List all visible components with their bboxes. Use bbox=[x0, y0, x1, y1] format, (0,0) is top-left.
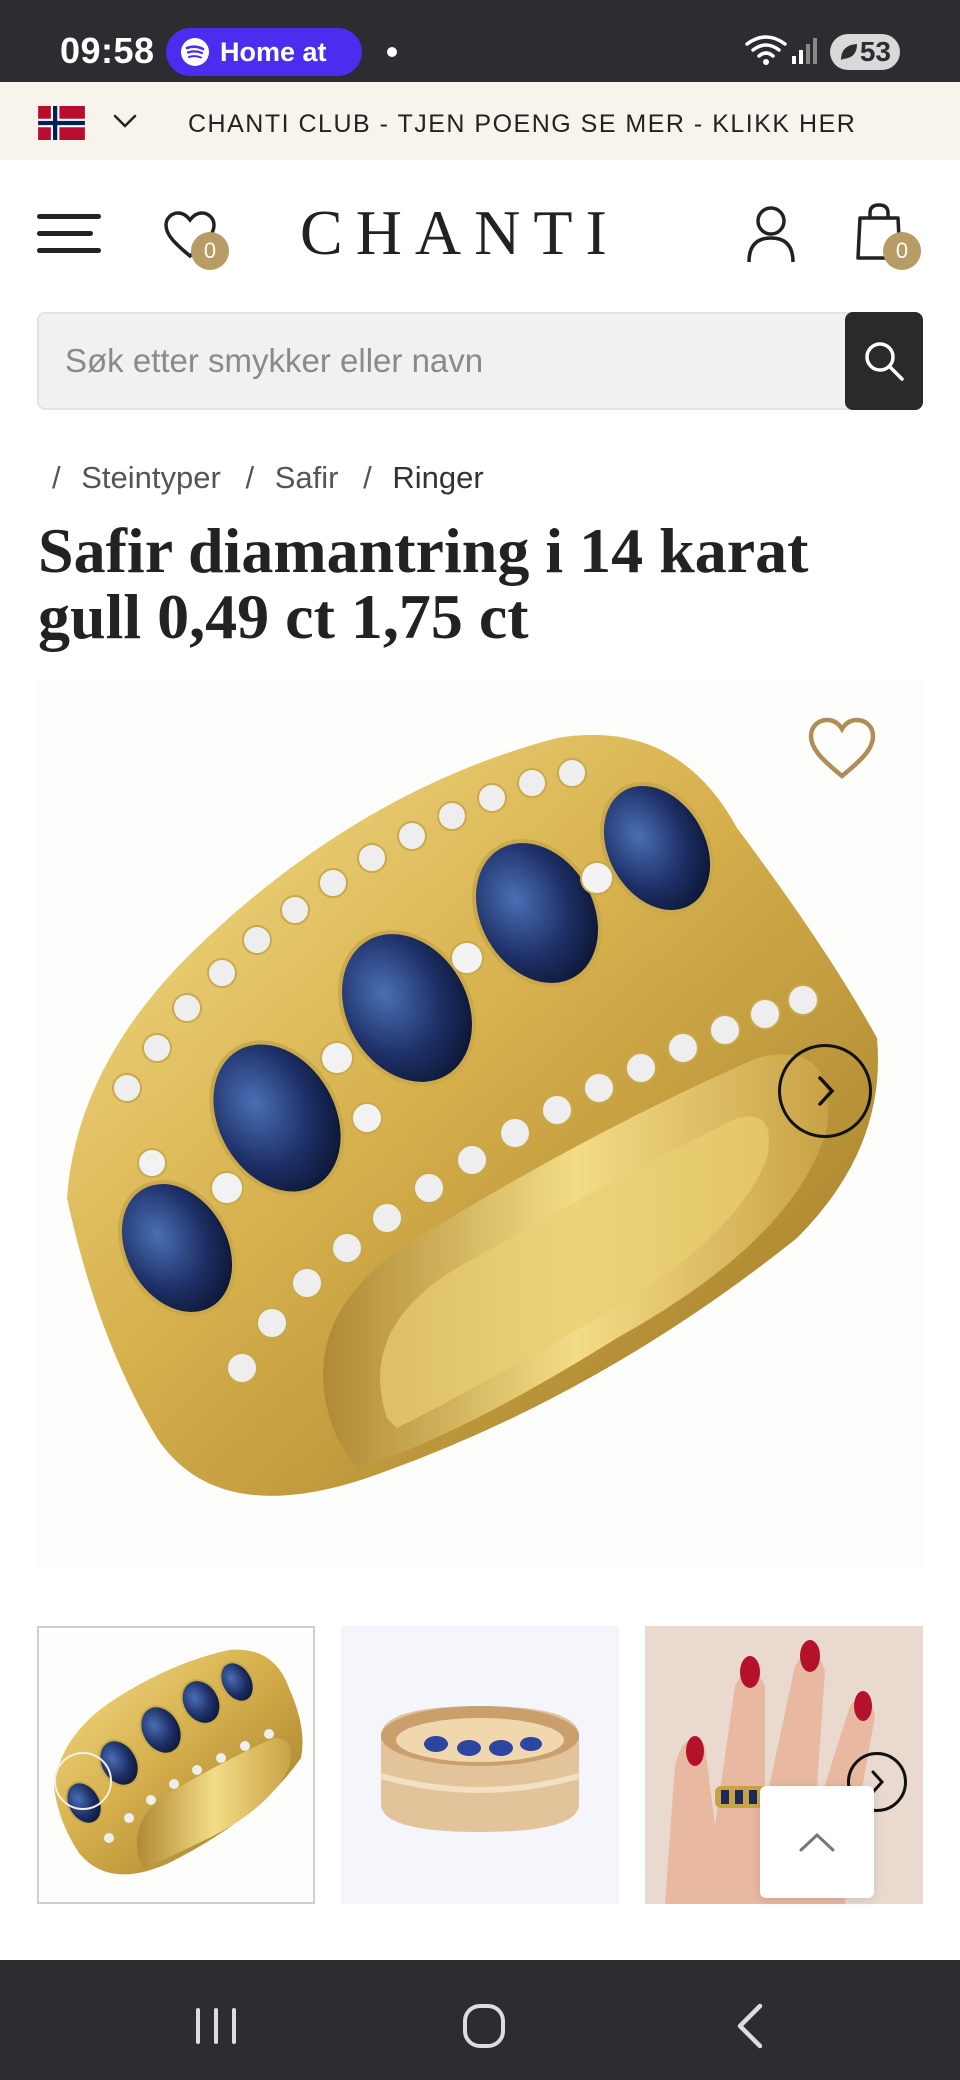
search-icon bbox=[865, 342, 904, 381]
breadcrumb: / Steintyper / Safir / Ringer bbox=[52, 460, 500, 496]
breadcrumb-separator: / bbox=[245, 460, 255, 495]
status-bar: 09:58 Home at 53 bbox=[0, 0, 960, 82]
cart-count-badge: 0 bbox=[883, 232, 921, 270]
norway-flag-icon[interactable] bbox=[37, 106, 86, 140]
heart-outline-icon[interactable] bbox=[806, 716, 878, 782]
thumbnail-2[interactable] bbox=[341, 1626, 619, 1904]
home-icon[interactable] bbox=[454, 2000, 514, 2052]
back-icon[interactable] bbox=[722, 2000, 782, 2052]
user-icon[interactable] bbox=[746, 204, 796, 264]
battery-saver-icon bbox=[841, 44, 857, 60]
breadcrumb-item-safir[interactable]: Safir bbox=[275, 460, 339, 495]
site-logo[interactable]: CHANTI bbox=[300, 196, 660, 270]
breadcrumb-separator: / bbox=[52, 460, 61, 495]
signal-icon bbox=[792, 38, 817, 64]
promo-text[interactable]: CHANTI CLUB - TJEN POENG SE MER - KLIKK … bbox=[188, 110, 856, 139]
media-pill[interactable]: Home at bbox=[166, 28, 362, 76]
search-button[interactable] bbox=[845, 312, 923, 410]
product-title: Safir diamantring i 14 karat gull 0,49 c… bbox=[38, 515, 809, 652]
wishlist-count-badge: 0 bbox=[191, 232, 229, 270]
breadcrumb-item-ringer[interactable]: Ringer bbox=[392, 460, 483, 495]
image-next-button[interactable] bbox=[778, 1044, 872, 1138]
breadcrumb-item-steintyper[interactable]: Steintyper bbox=[81, 460, 221, 495]
spotify-icon bbox=[181, 38, 209, 66]
thumbnail-1[interactable] bbox=[37, 1626, 315, 1904]
hamburger-icon[interactable] bbox=[37, 212, 101, 256]
wifi-icon bbox=[745, 35, 787, 65]
status-time: 09:58 bbox=[60, 30, 155, 71]
battery-level: 53 bbox=[859, 36, 891, 67]
ring-side-thumbnail bbox=[341, 1626, 619, 1904]
site-header: 0 CHANTI 0 bbox=[0, 160, 960, 310]
recent-apps-icon[interactable] bbox=[186, 2000, 246, 2052]
search-input[interactable] bbox=[39, 314, 849, 408]
chevron-down-icon[interactable] bbox=[112, 112, 138, 130]
media-pill-label: Home at bbox=[220, 36, 327, 67]
battery-indicator: 53 bbox=[830, 34, 900, 70]
promo-banner[interactable]: CHANTI CLUB - TJEN POENG SE MER - KLIKK … bbox=[0, 82, 960, 160]
thumbnail-prev-button[interactable] bbox=[54, 1752, 112, 1810]
breadcrumb-separator: / bbox=[363, 460, 372, 495]
chevron-up-icon bbox=[799, 1832, 835, 1852]
system-navigation-bar bbox=[0, 1960, 960, 2080]
back-to-top-button[interactable] bbox=[760, 1786, 874, 1898]
search-bar bbox=[37, 312, 923, 410]
chevron-right-icon bbox=[818, 1076, 835, 1106]
notification-dot bbox=[387, 47, 397, 57]
